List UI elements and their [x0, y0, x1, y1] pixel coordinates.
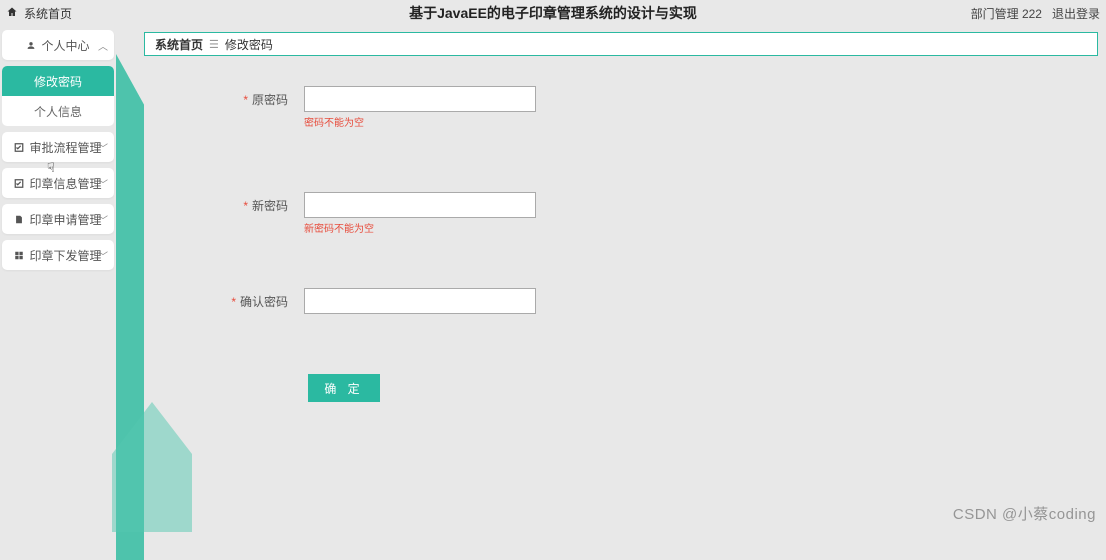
user-icon: [26, 40, 36, 51]
sidebar-item-seal-info[interactable]: 印章信息管理 ﹀: [2, 168, 114, 198]
check-icon: [14, 178, 24, 189]
decor-strip: [116, 26, 144, 532]
main-content: 系统首页 ☰ 修改密码 *原密码 密码不能为空 *新密码 新: [144, 26, 1106, 532]
required-star-icon: *: [231, 295, 236, 309]
required-star-icon: *: [243, 93, 248, 107]
new-password-label: *新密码: [204, 197, 304, 214]
sidebar-sub-profile[interactable]: 个人信息: [2, 96, 114, 126]
sidebar-item-label: 印章申请管理: [29, 211, 101, 228]
chevron-down-icon: ﹀: [98, 140, 108, 155]
home-icon: [6, 6, 18, 21]
sidebar-item-seal-apply[interactable]: 印章申请管理 ﹀: [2, 204, 114, 234]
breadcrumb-root[interactable]: 系统首页: [155, 36, 203, 53]
chevron-up-icon: ︿: [98, 38, 108, 53]
sidebar-item-seal-issue[interactable]: 印章下发管理 ﹀: [2, 240, 114, 270]
sidebar-sub-label: 修改密码: [34, 73, 82, 90]
old-password-error: 密码不能为空: [304, 114, 364, 129]
header: 系统首页 基于JavaEE的电子印章管理系统的设计与实现 部门管理 222 退出…: [0, 0, 1106, 26]
sidebar-item-label: 印章下发管理: [29, 247, 101, 264]
check-icon: [14, 142, 24, 153]
breadcrumb: 系统首页 ☰ 修改密码: [144, 32, 1098, 56]
watermark: CSDN @小蔡coding: [953, 503, 1096, 524]
confirm-password-input[interactable]: [304, 288, 536, 314]
grid-icon: [14, 250, 24, 261]
sidebar-item-approval[interactable]: 审批流程管理 ﹀: [2, 132, 114, 162]
header-user[interactable]: 部门管理 222: [971, 5, 1042, 22]
sidebar-sub-label: 个人信息: [34, 103, 82, 120]
new-password-input[interactable]: [304, 192, 536, 218]
sidebar-item-label: 个人中心: [41, 37, 89, 54]
required-star-icon: *: [243, 199, 248, 213]
chevron-down-icon: ﹀: [98, 212, 108, 227]
sidebar-item-personal[interactable]: 个人中心 ︿: [2, 30, 114, 60]
submit-button[interactable]: 确 定: [308, 374, 380, 402]
breadcrumb-sep-icon: ☰: [209, 38, 219, 51]
sidebar: 个人中心 ︿ 修改密码 个人信息 审批流程管理 ﹀: [0, 26, 116, 532]
confirm-password-label: *确认密码: [204, 293, 304, 310]
chevron-down-icon: ﹀: [98, 176, 108, 191]
new-password-error: 新密码不能为空: [304, 220, 374, 235]
old-password-label: *原密码: [204, 91, 304, 108]
breadcrumb-current: 修改密码: [225, 36, 273, 53]
old-password-input[interactable]: [304, 86, 536, 112]
header-home-label[interactable]: 系统首页: [24, 5, 72, 22]
sidebar-sub-change-password[interactable]: 修改密码: [2, 66, 114, 96]
document-icon: [14, 214, 24, 225]
logout-link[interactable]: 退出登录: [1052, 5, 1100, 22]
sidebar-item-label: 审批流程管理: [29, 139, 101, 156]
page-title: 基于JavaEE的电子印章管理系统的设计与实现: [409, 3, 697, 23]
chevron-down-icon: ﹀: [98, 248, 108, 263]
sidebar-item-label: 印章信息管理: [29, 175, 101, 192]
